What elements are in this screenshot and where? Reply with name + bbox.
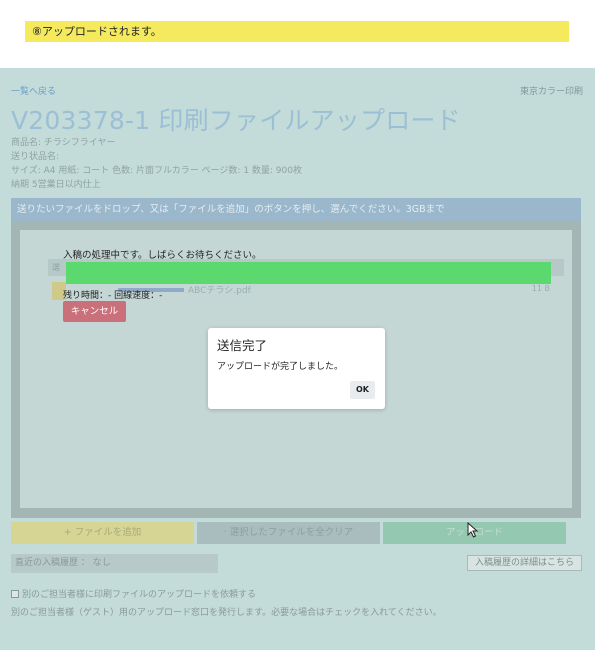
processing-progress-fill — [66, 262, 551, 284]
guest-request-row[interactable]: 別のご担当者様に印刷ファイルのアップロードを依頼する — [11, 587, 256, 600]
product-spec: サイズ: A4 用紙: コート 色数: 片面フルカラー ページ数: 1 数量: … — [11, 166, 302, 176]
product-name: 商品名: チラシフライヤー — [11, 138, 116, 148]
file-size: 11 B — [531, 284, 550, 293]
history-details-button[interactable]: 入稿履歴の詳細はこちら — [467, 555, 582, 571]
guest-request-checkbox[interactable] — [11, 590, 19, 598]
recent-history: 直近の入稿履歴 ： なし — [11, 554, 218, 573]
upload-page: 一覧へ戻る 東京カラー印刷 V203378-1 印刷ファイルアップロード 商品名… — [0, 68, 595, 650]
brand-name: 東京カラー印刷 — [519, 87, 583, 97]
delivery-info: 納期 5営業日以内仕上 — [11, 180, 101, 190]
step-caption: ⑧アップロードされます。 — [25, 21, 569, 42]
clear-files-button[interactable]: · 選択したファイルを全クリア — [197, 522, 380, 544]
guest-request-label: 別のご担当者様に印刷ファイルのアップロードを依頼する — [22, 590, 257, 600]
dialog-title: 送信完了 — [217, 338, 268, 353]
file-name: ABCチラシ.pdf — [188, 286, 251, 296]
upload-complete-dialog: 送信完了 アップロードが完了しました。 OK — [208, 328, 385, 409]
processing-message: 入稿の処理中です。しばらくお待ちください。 — [63, 250, 262, 261]
cancel-button[interactable]: キャンセル — [63, 301, 126, 322]
drop-instructions: 送りたいファイルをドロップ、又は「ファイルを追加」のボタンを押し、選んでください… — [11, 198, 581, 222]
add-file-button[interactable]: + ファイルを追加 — [11, 522, 194, 544]
processing-progress-bar — [66, 262, 551, 284]
file-list-header-label: 選 — [52, 263, 60, 272]
remaining-time: 残り時間：- 回線速度：- — [63, 291, 163, 301]
invoice-name: 送り状品名: — [11, 152, 60, 162]
back-to-list-link[interactable]: 一覧へ戻る — [11, 84, 56, 97]
ok-button[interactable]: OK — [350, 381, 375, 399]
mouse-cursor-icon — [467, 522, 479, 538]
guest-request-note: 別のご担当者様（ゲスト）用のアップロード窓口を発行します。必要な場合はチェックを… — [11, 608, 442, 618]
dialog-message: アップロードが完了しました。 — [217, 362, 344, 372]
page-title: V203378-1 印刷ファイルアップロード — [11, 106, 461, 135]
